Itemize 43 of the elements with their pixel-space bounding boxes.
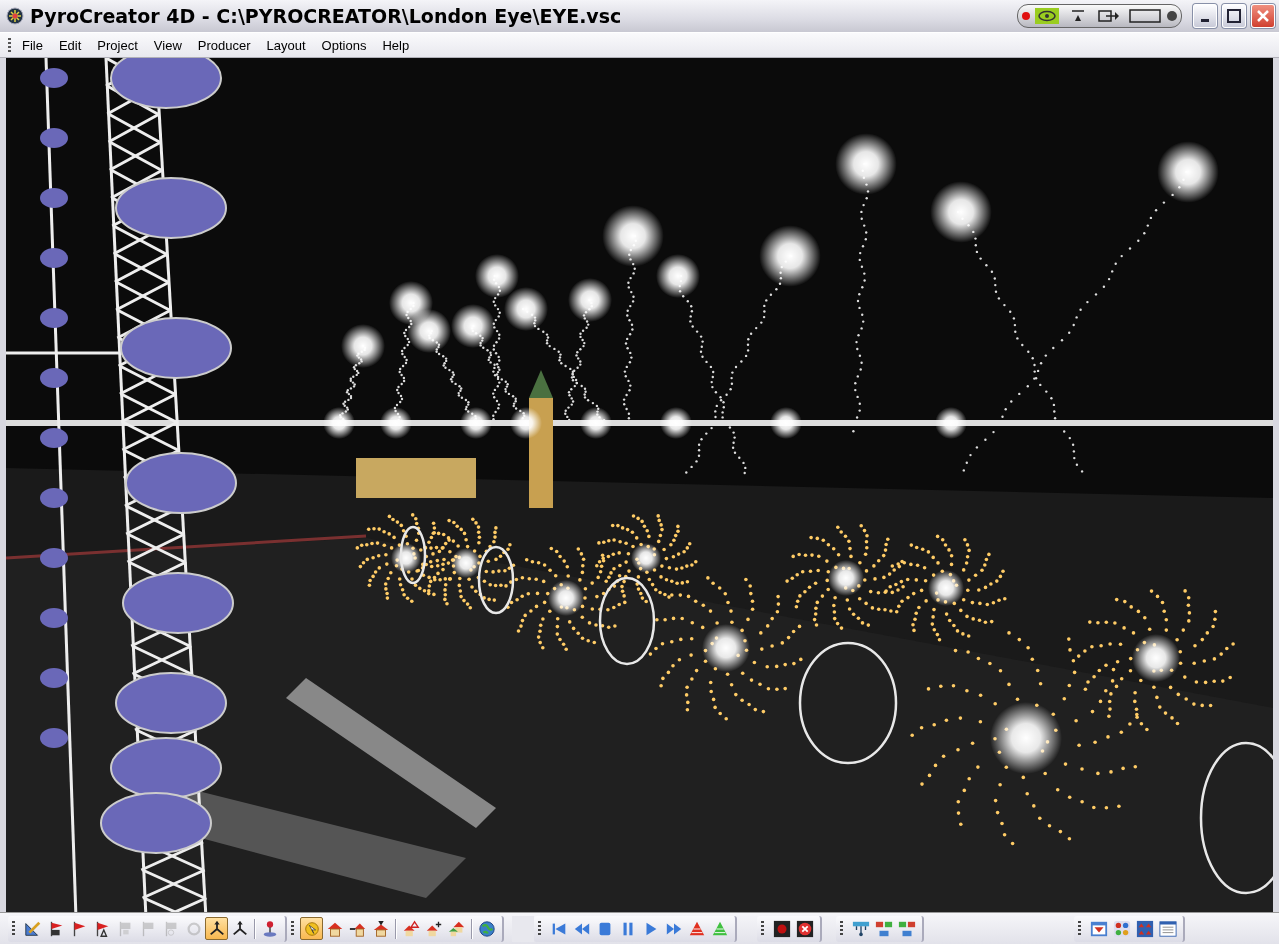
- window-icon: [1089, 919, 1108, 938]
- minimize-icon: [1201, 18, 1209, 22]
- house-icon: [447, 919, 466, 938]
- arrows-icon: [207, 919, 226, 938]
- menu-item[interactable]: Edit: [50, 35, 90, 55]
- window-title: PyroCreator 4D - C:\PYROCREATOR\London Eye\EYE.vsc: [30, 5, 623, 27]
- pin-icon: [1071, 9, 1085, 23]
- menu-item[interactable]: File: [14, 35, 51, 55]
- house-icon: [424, 919, 443, 938]
- app-logo-icon: [6, 7, 24, 25]
- menu-item[interactable]: View: [145, 35, 190, 55]
- status-dot-icon: [1021, 11, 1031, 21]
- ruler-icon: [23, 919, 42, 938]
- record-icon: [772, 919, 791, 938]
- house-icon: [371, 919, 390, 938]
- menu-item[interactable]: Layout: [258, 35, 314, 55]
- eye-icon: [1035, 8, 1059, 24]
- house-icon: [401, 919, 420, 938]
- cursor-icon: [302, 919, 321, 938]
- export-icon: [1098, 9, 1120, 23]
- maximize-button[interactable]: [1222, 4, 1246, 28]
- arrows-icon: [230, 919, 249, 938]
- close-button[interactable]: [1251, 4, 1275, 28]
- menu-item[interactable]: Options: [313, 35, 375, 55]
- empty-toolbar: [512, 915, 534, 942]
- eye-button[interactable]: [1032, 6, 1062, 26]
- network-icon: [851, 919, 870, 938]
- status-dot-icon: [1166, 10, 1178, 22]
- close-icon: [1256, 9, 1270, 23]
- diagram-icon: [897, 919, 916, 938]
- menu-item[interactable]: Help: [374, 35, 418, 55]
- cursor-button[interactable]: [300, 917, 323, 940]
- diagram-icon: [874, 919, 893, 938]
- menu-item[interactable]: Producer: [189, 35, 259, 55]
- menu-item[interactable]: Project: [89, 35, 146, 55]
- globe-icon: [477, 919, 496, 938]
- fullscreen-icon: [1129, 9, 1161, 23]
- palette-icon: [1112, 919, 1131, 938]
- minimize-button[interactable]: [1193, 4, 1217, 28]
- arrows-button[interactable]: [205, 917, 228, 940]
- maximize-icon: [1227, 9, 1241, 23]
- cancel-icon: [795, 919, 814, 938]
- list-icon: [1158, 919, 1177, 938]
